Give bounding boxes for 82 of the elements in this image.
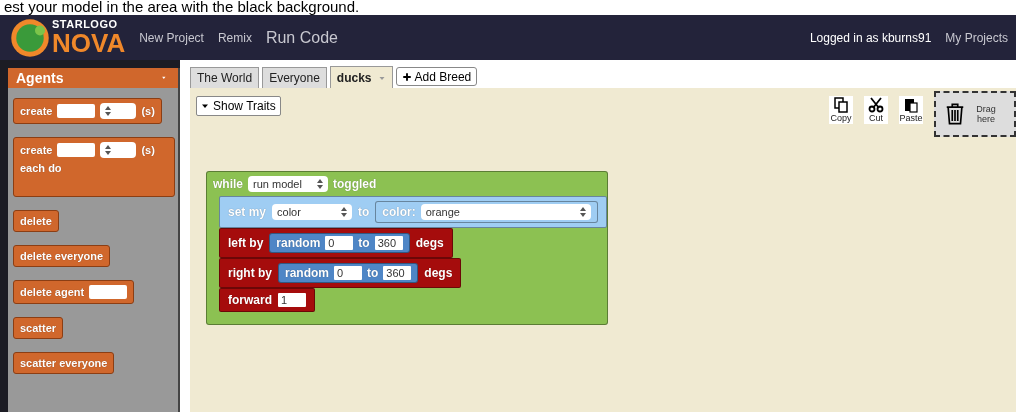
breed-tab[interactable]: The World <box>190 67 260 88</box>
breed-tab[interactable]: ducks <box>329 66 393 88</box>
block-text: each do <box>20 162 62 174</box>
toolbar-button[interactable]: Copy <box>829 96 853 124</box>
palette-block[interactable]: delete agent <box>13 280 135 304</box>
palette-block[interactable]: scatter everyone <box>13 352 115 374</box>
block-text: right by <box>228 266 272 280</box>
block-text: forward <box>228 293 272 307</box>
number-input[interactable]: 360 <box>374 236 403 250</box>
number-input[interactable]: 0 <box>334 266 362 280</box>
number-input[interactable] <box>57 143 96 157</box>
reporter-block[interactable]: random 0 to 360 <box>269 233 410 253</box>
block-text: create <box>20 105 53 117</box>
palette-block[interactable]: delete everyone <box>13 245 111 267</box>
statement-block[interactable]: set my color to color: orange <box>219 196 607 228</box>
logo-text: NOVA <box>52 30 126 56</box>
logo-text: STARLOGO <box>52 19 119 30</box>
block-text: delete <box>20 215 52 227</box>
block-text: to <box>358 236 370 250</box>
block-text: color: <box>382 205 416 219</box>
palette-block[interactable]: scatter <box>13 317 64 339</box>
block-text: toggled <box>333 177 377 191</box>
block-text: degs <box>415 236 444 250</box>
number-input[interactable]: 0 <box>325 236 354 250</box>
nav-link[interactable]: Remix <box>217 30 252 45</box>
block-text: scatter everyone <box>20 357 108 369</box>
number-input[interactable]: 360 <box>383 266 412 280</box>
show-traits-button[interactable]: Show Traits <box>196 96 281 116</box>
category-header[interactable]: Agents <box>8 68 178 88</box>
block-text: set my <box>228 205 267 219</box>
block-dropdown[interactable]: orange <box>420 204 591 220</box>
block-dropdown[interactable]: color <box>272 204 353 220</box>
reporter-block[interactable]: color: orange <box>375 201 598 223</box>
palette-block[interactable]: create (s) each do <box>13 137 175 197</box>
block-text: to <box>367 266 379 280</box>
nav-link[interactable]: My Projects <box>945 30 1008 45</box>
plus-icon <box>401 71 412 82</box>
block-text: delete everyone <box>20 250 104 262</box>
updown-arrows-icon <box>105 106 112 116</box>
nav-link[interactable]: New Project <box>139 30 204 45</box>
add-breed-button[interactable]: Add Breed <box>395 67 478 86</box>
updown-arrows-icon <box>317 179 323 189</box>
palette-block[interactable]: create (s) <box>13 98 162 124</box>
scissors-icon <box>868 97 884 113</box>
number-input[interactable] <box>57 104 96 118</box>
updown-arrows-icon <box>341 207 348 217</box>
caption-text: est your model in the area with the black background. <box>3 0 361 15</box>
breed-tab[interactable]: Everyone <box>262 67 327 88</box>
block-text: while <box>213 177 243 191</box>
turtle-logo-icon <box>10 17 50 58</box>
block-text: random <box>285 266 329 280</box>
statement-block[interactable]: right by random 0 to 360 degs <box>219 258 462 288</box>
block-text: left by <box>228 236 264 250</box>
copy-icon <box>833 97 849 113</box>
palette-block[interactable]: delete <box>13 210 59 232</box>
block-dropdown[interactable] <box>100 142 137 158</box>
block-text: delete agent <box>20 286 85 298</box>
block-dropdown[interactable]: run model <box>248 176 328 192</box>
while-block[interactable]: while run model toggled set my color to color: orange left by random 0 to 360 degs right by random 0 to 360 degs forward 1 <box>206 171 608 325</box>
block-text: (s) <box>141 105 155 117</box>
toolbar-button[interactable]: Cut <box>864 96 888 124</box>
block-text: to <box>358 205 370 219</box>
reporter-block[interactable]: random 0 to 360 <box>278 263 419 283</box>
statement-block[interactable]: left by random 0 to 360 degs <box>219 228 453 258</box>
caret-icon <box>201 102 209 110</box>
updown-arrows-icon <box>105 145 112 155</box>
trash-icon <box>944 101 966 127</box>
nav-link[interactable]: Run Code <box>265 28 338 47</box>
user-status: Logged in as kburns91 <box>809 30 932 45</box>
block-text: create <box>20 144 53 156</box>
number-input[interactable] <box>89 285 128 299</box>
clipboard-icon <box>903 97 919 113</box>
updown-arrows-icon <box>579 207 586 217</box>
number-input[interactable]: 1 <box>278 293 306 307</box>
block-text: degs <box>424 266 453 280</box>
statement-block[interactable]: forward 1 <box>219 288 315 312</box>
block-text: (s) <box>141 144 155 156</box>
trash-label: Drag here <box>975 104 997 124</box>
toolbar-button[interactable]: Paste <box>899 96 923 124</box>
block-dropdown[interactable] <box>100 103 137 119</box>
block-text: scatter <box>20 322 57 334</box>
block-text: random <box>276 236 321 250</box>
